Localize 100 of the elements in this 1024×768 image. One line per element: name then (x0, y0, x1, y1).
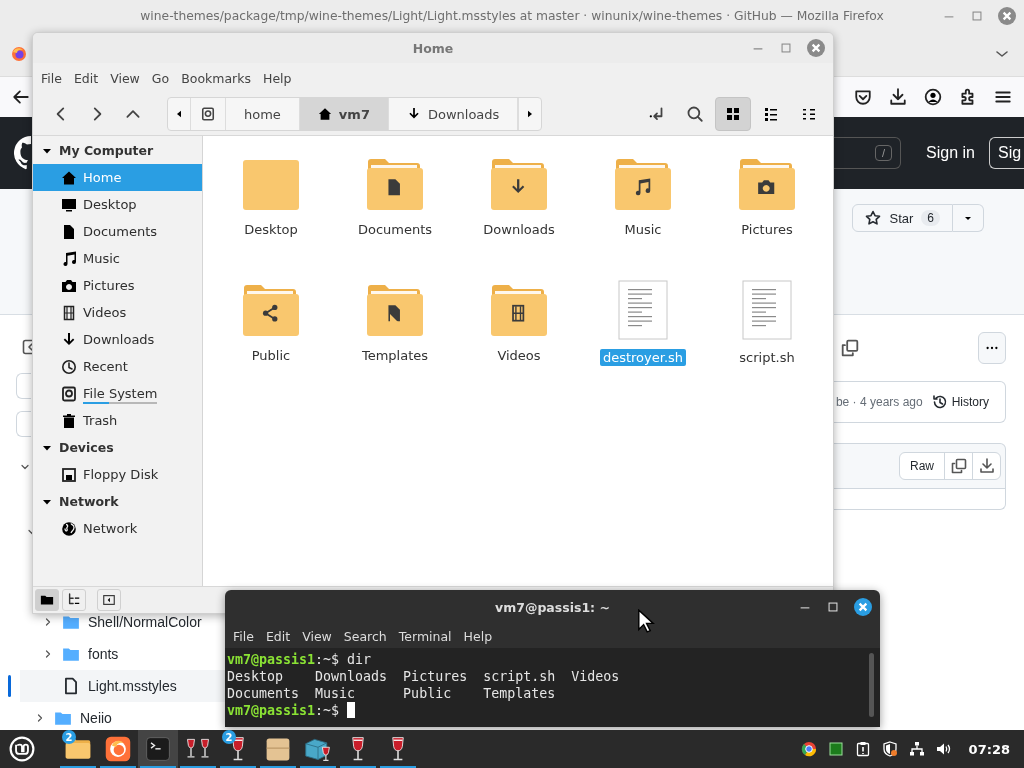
chevron-badge-icon[interactable] (854, 88, 872, 106)
drive-icon (61, 385, 77, 402)
sidebar-toggle-button[interactable] (97, 589, 121, 611)
shortcut-key: / (875, 145, 893, 161)
sidebar-item[interactable]: Floppy Disk (33, 461, 202, 488)
file-name[interactable]: Pictures (738, 221, 796, 238)
folder-icon (737, 156, 797, 212)
volume-icon[interactable] (935, 741, 952, 757)
compact-view-icon (801, 106, 817, 122)
triangle-left-icon (175, 110, 183, 118)
path-button[interactable]: home (226, 98, 300, 130)
music-note-icon (61, 250, 77, 267)
menu-item[interactable]: Edit (259, 628, 297, 644)
sidebar-item[interactable]: Network (33, 515, 202, 542)
menu-item[interactable]: Go (145, 70, 176, 86)
sidebar-item[interactable]: Trash (33, 407, 202, 434)
sidebar-item[interactable]: File System (33, 380, 202, 407)
section-header[interactable]: My Computer (33, 137, 202, 164)
section-header[interactable]: Network (33, 488, 202, 515)
path-button[interactable]: vm7 (299, 98, 389, 130)
home-icon (317, 107, 332, 121)
cat-logo-icon (14, 136, 31, 170)
search-field[interactable] (16, 411, 31, 437)
file-name[interactable]: Music (621, 221, 665, 238)
folder-icon (613, 156, 673, 212)
folder-icon (489, 156, 549, 212)
shield-icon[interactable] (881, 741, 898, 757)
sidebar-item[interactable]: Documents (33, 218, 202, 245)
folder-icon (365, 282, 425, 338)
folder-icon (54, 709, 72, 727)
menu-item[interactable]: Help (257, 70, 298, 86)
output-line: Desktop Downloads Pictures script.sh Videos (227, 668, 620, 685)
sidebar-item[interactable]: Videos (33, 299, 202, 326)
menu-item[interactable]: Bookmarks (175, 70, 257, 86)
browser-icon (104, 735, 132, 763)
network-icon[interactable] (908, 741, 925, 757)
file-name[interactable]: Light.msstyles (88, 678, 177, 694)
clock[interactable]: 07:28 (968, 741, 1010, 757)
tree-pane-button[interactable] (62, 589, 86, 611)
trash-icon (61, 412, 77, 429)
file-name[interactable]: script.sh (736, 349, 798, 366)
folder-icon (489, 282, 549, 338)
file-name[interactable]: Templates (358, 347, 432, 364)
prompt-path: :~$ (315, 702, 340, 719)
menu-item[interactable]: File (35, 70, 68, 86)
file-name[interactable]: Shell/NormalColor (88, 614, 202, 630)
count-badge: 2 (62, 730, 76, 744)
path-button[interactable]: Downloads (388, 98, 519, 130)
color-wheel-icon[interactable] (800, 741, 817, 757)
maximize-button[interactable] (826, 600, 840, 614)
scrollbar[interactable] (869, 653, 874, 717)
count-badge: 2 (222, 730, 236, 744)
folder-icon (365, 156, 425, 212)
prompt-path: :~$ (315, 651, 340, 668)
file-name[interactable]: Neiio (80, 710, 112, 726)
sign-up-button[interactable]: Sig (989, 137, 1024, 169)
film-icon (61, 304, 77, 321)
commit-info: be · 4 years ago (835, 395, 923, 409)
document-icon (61, 223, 77, 240)
sidebar-item[interactable]: Recent (33, 353, 202, 380)
back-arrow-icon[interactable] (12, 88, 30, 106)
sidebar-item[interactable]: Desktop (33, 191, 202, 218)
history-link[interactable]: History (931, 394, 989, 410)
clipboard-alert-icon[interactable] (854, 741, 871, 757)
places-pane-button[interactable] (35, 589, 59, 611)
star-count: 6 (921, 210, 940, 226)
file-name[interactable]: Documents (354, 221, 436, 238)
sidebar-item[interactable]: Music (33, 245, 202, 272)
file-name[interactable]: Downloads (480, 221, 558, 238)
file-name[interactable]: Videos (494, 347, 544, 364)
indicator-square-icon[interactable] (827, 741, 844, 757)
close-button[interactable] (854, 598, 872, 616)
sign-in-link[interactable]: Sign in (926, 144, 975, 162)
globe-icon (61, 520, 77, 537)
text-file-icon (742, 280, 792, 340)
grid-view-button[interactable] (715, 97, 751, 131)
menu-item[interactable]: Terminal (392, 628, 458, 644)
monitor-icon (61, 196, 77, 213)
download-icon[interactable] (889, 88, 907, 106)
caret-icon (964, 214, 972, 222)
star-button[interactable]: Star 6 (852, 204, 953, 232)
account-icon[interactable] (924, 88, 942, 106)
menu-item[interactable]: View (296, 628, 338, 644)
selection-indicator (8, 675, 11, 697)
menu-item[interactable]: View (104, 70, 146, 86)
file-name[interactable]: Desktop (241, 221, 301, 238)
places-pane-icon (40, 593, 54, 607)
folder-icon (241, 282, 301, 338)
section-header[interactable]: Devices (33, 434, 202, 461)
menu-item[interactable]: Search (337, 628, 393, 644)
taskbar-button[interactable] (138, 730, 178, 768)
menu-item[interactable]: Edit (67, 70, 105, 86)
file-name[interactable]: fonts (88, 646, 119, 662)
output-line: Documents Music Public Templates (227, 685, 556, 702)
menu-item[interactable]: File (227, 628, 260, 644)
sidebar-item[interactable]: Downloads (33, 326, 202, 353)
file-name[interactable]: Public (248, 347, 294, 364)
menu-item[interactable]: Help (457, 628, 499, 644)
sidebar-item[interactable]: Pictures (33, 272, 202, 299)
prompt-user: vm7@passis1 (227, 651, 316, 668)
